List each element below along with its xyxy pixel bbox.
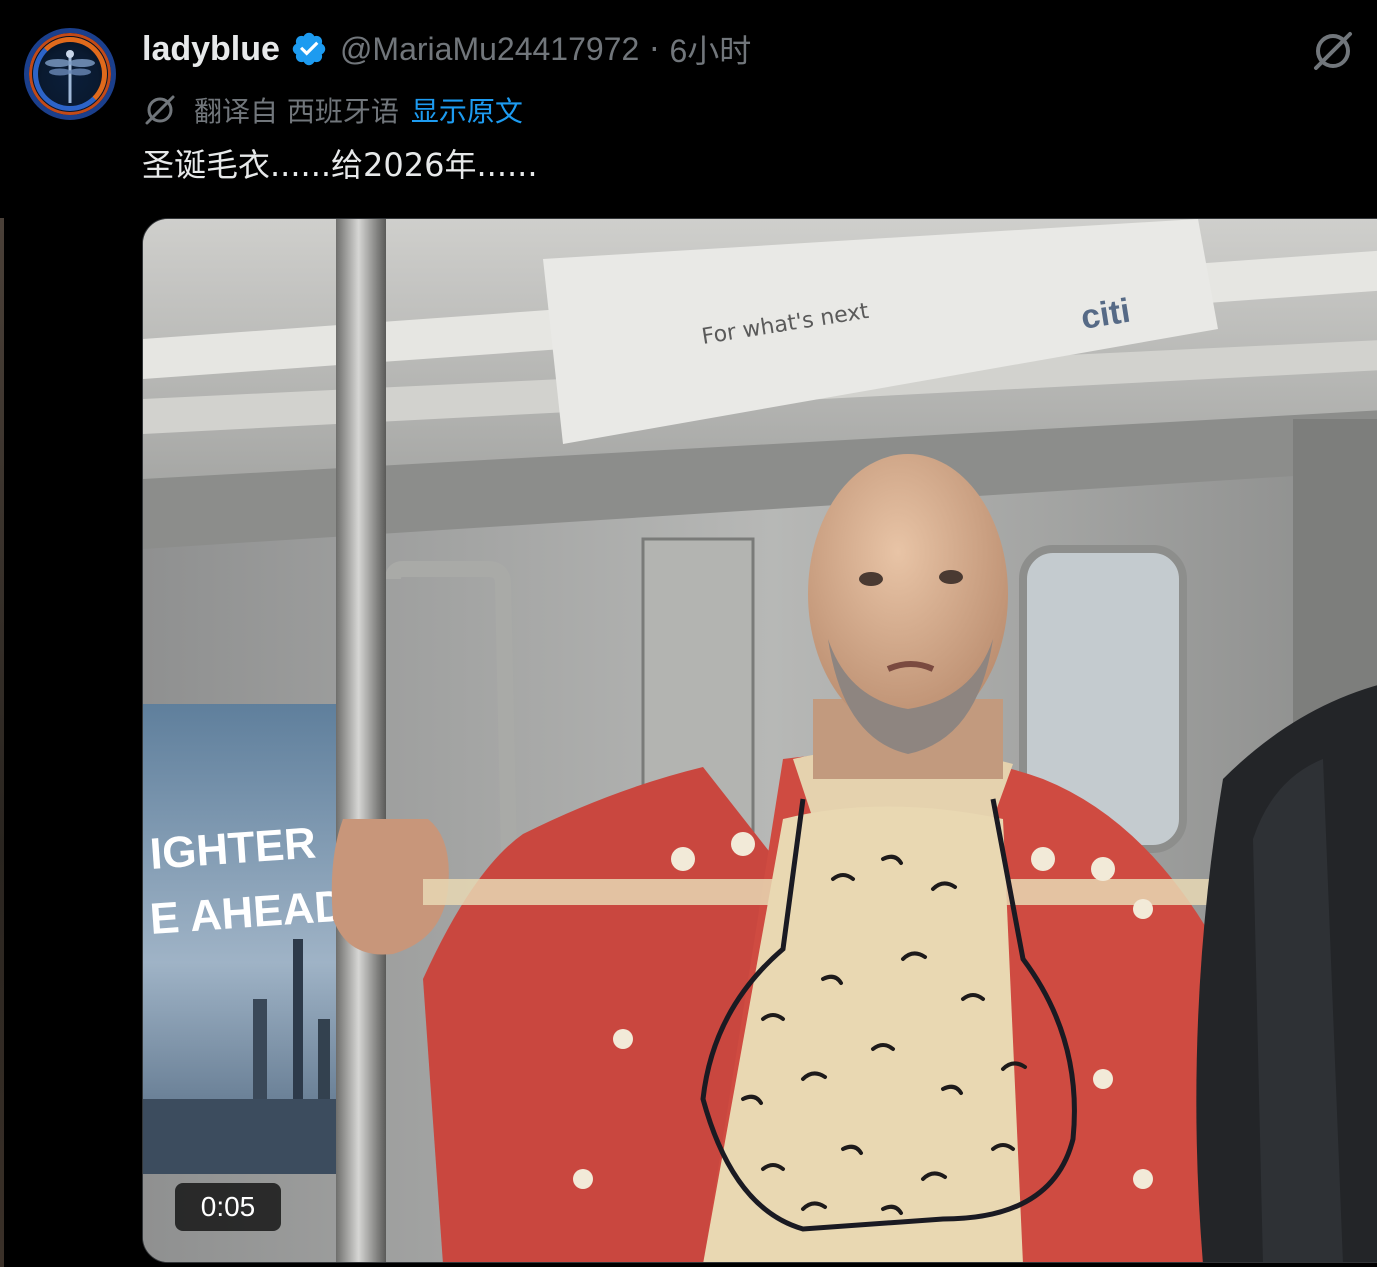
- tweet-header: ladyblue @MariaMu24417972 · 6小时: [142, 26, 751, 72]
- dragonfly-icon: [45, 50, 95, 103]
- show-original-link[interactable]: 显示原文: [411, 90, 523, 130]
- ad-brand: citi: [1078, 292, 1132, 337]
- grok-slash-icon: [145, 95, 175, 125]
- video-duration-badge: 0:05: [175, 1183, 281, 1231]
- video-player[interactable]: For what's next citi IGHTER E AHEAD 0:05: [142, 218, 1377, 1263]
- display-name[interactable]: ladyblue: [142, 30, 280, 69]
- avatar[interactable]: [24, 28, 116, 120]
- video-frame: For what's next citi IGHTER E AHEAD: [143, 219, 1377, 1262]
- separator-dot: ·: [649, 30, 660, 68]
- grok-slash-icon[interactable]: [1310, 28, 1356, 74]
- tweet-text: 圣诞毛衣......给2026年......: [142, 146, 538, 184]
- adjacent-media-edge: [0, 218, 4, 1267]
- verified-badge-icon[interactable]: [290, 30, 328, 68]
- post-time[interactable]: 6小时: [669, 26, 751, 72]
- translated-from-label: 翻译自 西班牙语: [194, 95, 399, 128]
- user-handle[interactable]: @MariaMu24417972: [340, 31, 639, 68]
- translation-bar: 翻译自 西班牙语 显示原文: [142, 88, 523, 132]
